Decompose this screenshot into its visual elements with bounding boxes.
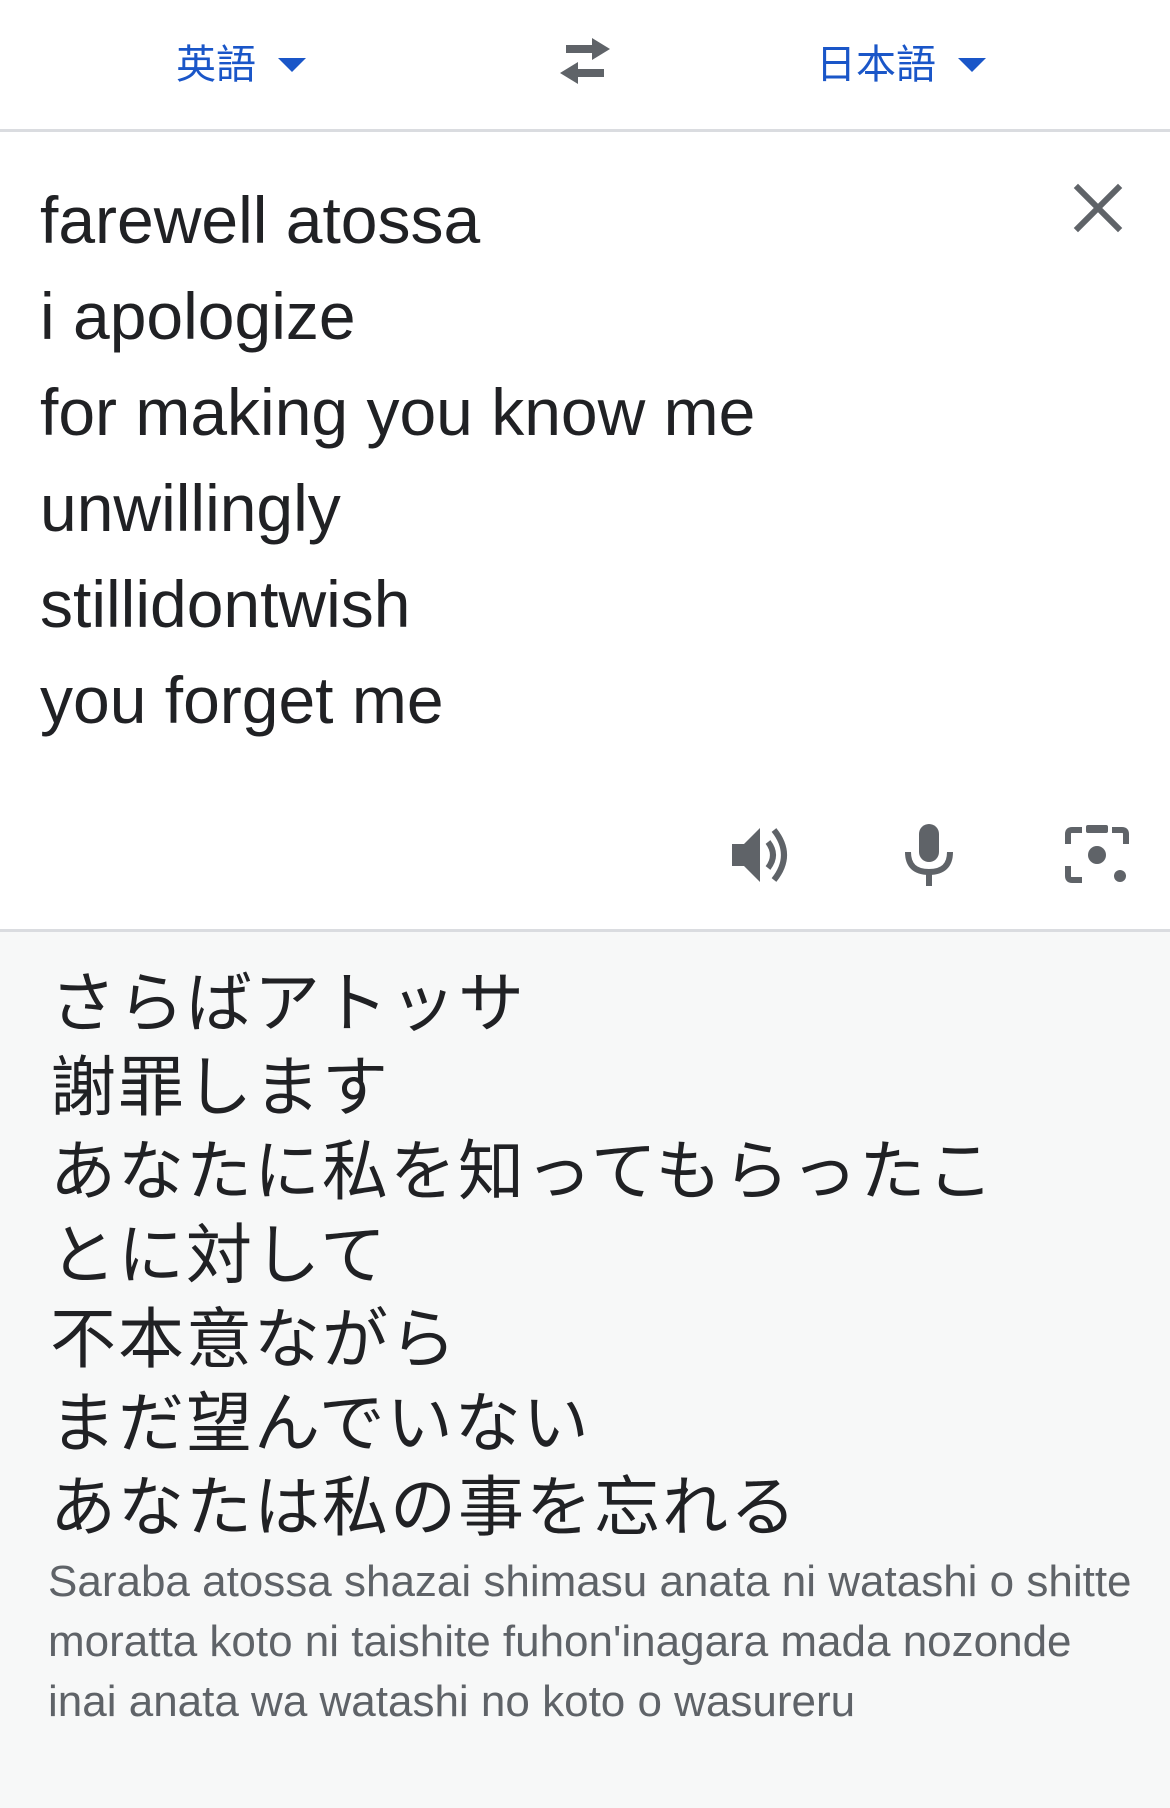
translation-line: あなたは私の事を忘れる: [50, 1469, 798, 1546]
source-line: farewell atossa: [40, 183, 481, 257]
source-language-label: 英語: [176, 42, 256, 88]
microphone-icon: [905, 824, 953, 886]
target-language-label: 日本語: [816, 42, 936, 88]
target-language-button[interactable]: 日本語: [816, 26, 986, 96]
source-line: unwillingly: [40, 471, 341, 545]
translation-panel: さらばアトッサ 謝罪します あなたに私を知ってもらったこ とに対して 不本意なが…: [0, 932, 1170, 1808]
source-line: for making you know me: [40, 375, 756, 449]
close-icon: [1073, 183, 1123, 233]
voice-input-button[interactable]: [894, 820, 964, 890]
clear-text-button[interactable]: [1070, 180, 1126, 236]
language-bar: 英語 日本語: [0, 0, 1170, 132]
translation-output: さらばアトッサ 謝罪します あなたに私を知ってもらったこ とに対して 不本意なが…: [50, 962, 995, 1550]
caret-down-icon: [278, 58, 306, 72]
source-text-input[interactable]: farewell atossa i apologize for making y…: [40, 172, 1040, 748]
camera-icon: [1065, 825, 1129, 883]
source-line: you forget me: [40, 663, 444, 737]
swap-languages-button[interactable]: [552, 34, 618, 88]
translation-line: まだ望んでいない: [50, 1385, 591, 1462]
source-line: i apologize: [40, 279, 356, 353]
source-panel: farewell atossa i apologize for making y…: [0, 132, 1170, 932]
translation-line: 不本意ながら: [50, 1301, 458, 1378]
speaker-icon: [732, 828, 787, 882]
camera-input-button[interactable]: [1062, 820, 1132, 890]
translation-line: さらばアトッサ: [50, 965, 526, 1042]
romanization-text: Saraba atossa shazai shimasu anata ni wa…: [48, 1557, 1132, 1726]
caret-down-icon: [958, 58, 986, 72]
listen-button[interactable]: [726, 820, 796, 890]
translation-line: とに対して: [50, 1217, 389, 1294]
translation-line: あなたに私を知ってもらったこ: [50, 1133, 996, 1210]
swap-arrows-icon: [560, 38, 610, 84]
source-language-button[interactable]: 英語: [176, 26, 306, 96]
translation-line: 謝罪します: [50, 1049, 390, 1126]
source-line: stillidontwish: [40, 567, 411, 641]
translate-app: 英語 日本語 farewell atossa i apologize for m…: [0, 0, 1170, 1808]
